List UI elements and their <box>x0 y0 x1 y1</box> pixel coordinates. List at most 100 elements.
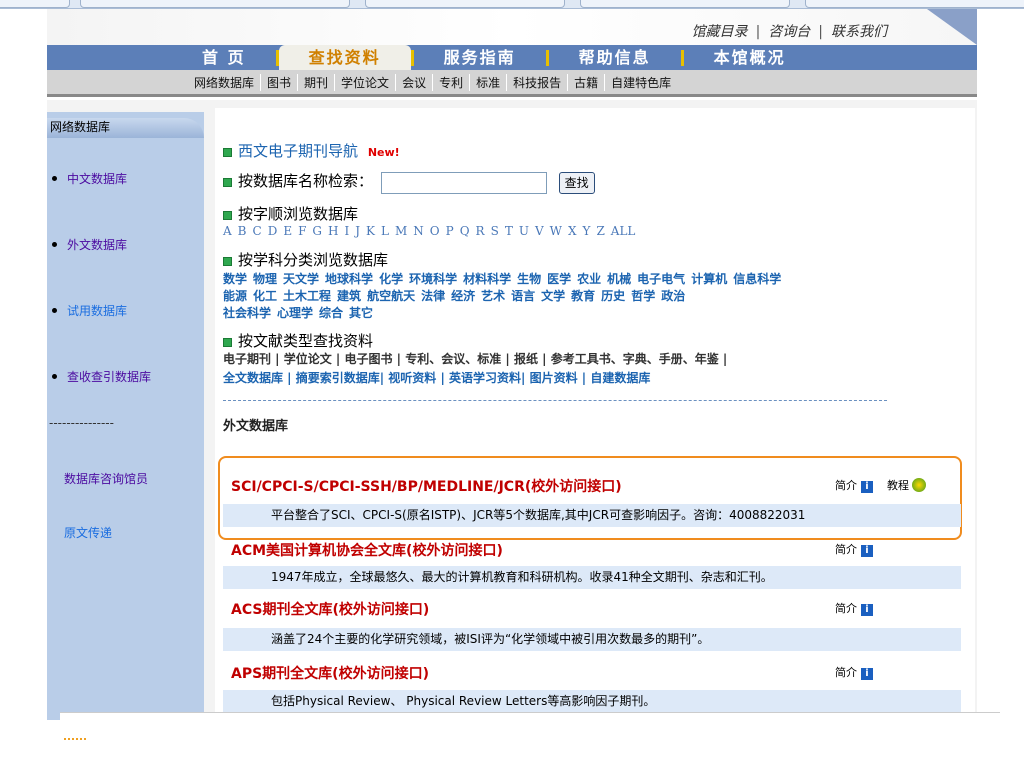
subnav-tech-reports[interactable]: 科技报告 <box>507 73 569 91</box>
subject-link[interactable]: 计算机 <box>691 272 727 286</box>
letter-link[interactable]: ALL <box>611 224 636 238</box>
letter-link[interactable]: Y <box>583 224 591 238</box>
browser-tab[interactable] <box>580 0 790 8</box>
subject-link[interactable]: 地球科学 <box>325 272 373 286</box>
info-icon[interactable]: i <box>861 481 873 493</box>
nav-find-resources[interactable]: 查找资料 <box>278 45 411 70</box>
subject-link[interactable]: 法律 <box>421 289 445 303</box>
subnav-theses[interactable]: 学位论文 <box>335 73 397 91</box>
intro-link[interactable]: 简介 <box>835 479 857 492</box>
info-icon[interactable]: i <box>861 545 873 557</box>
subject-link[interactable]: 社会科学 <box>223 306 271 320</box>
db-name-search-input[interactable] <box>380 171 547 194</box>
info-icon[interactable]: i <box>861 668 873 680</box>
letter-link[interactable]: K <box>366 224 375 238</box>
type-links-row[interactable]: 全文数据库 | 摘要索引数据库| 视听资料 | 英语学习资料| 图片资料 | 自… <box>223 369 650 386</box>
subject-link[interactable]: 物理 <box>253 272 277 286</box>
letter-link[interactable]: N <box>413 224 424 238</box>
subject-link[interactable]: 化工 <box>253 289 277 303</box>
subnav-patents[interactable]: 专利 <box>433 73 471 91</box>
subnav-standards[interactable]: 标准 <box>470 73 508 91</box>
subject-link[interactable]: 信息科学 <box>733 272 781 286</box>
link-reference-desk[interactable]: 咨询台 <box>768 24 810 40</box>
subject-link[interactable]: 航空航天 <box>367 289 415 303</box>
browser-tab[interactable] <box>365 0 565 8</box>
type-links-row[interactable]: 电子期刊 | 学位论文 | 电子图书 | 专利、会议、标准 | 报纸 | 参考工… <box>223 350 727 367</box>
letter-link[interactable]: F <box>298 224 306 238</box>
letter-link[interactable]: R <box>476 224 485 238</box>
nav-home[interactable]: 首 页 <box>172 45 276 70</box>
subnav-special-collections[interactable]: 自建特色库 <box>605 74 677 91</box>
tutorial-link[interactable]: 教程 <box>887 479 909 492</box>
subject-link[interactable]: 环境科学 <box>409 272 457 286</box>
link-catalog[interactable]: 馆藏目录 <box>692 24 748 40</box>
play-icon[interactable] <box>912 478 926 492</box>
subject-link[interactable]: 艺术 <box>481 289 505 303</box>
subject-link[interactable]: 农业 <box>577 272 601 286</box>
db-title-aps[interactable]: APS期刊全文库(校外访问接口) <box>231 663 429 683</box>
letter-link[interactable]: V <box>535 224 544 238</box>
letter-link[interactable]: C <box>253 224 262 238</box>
db-title-acs[interactable]: ACS期刊全文库(校外访问接口) <box>231 599 429 619</box>
letter-link[interactable]: T <box>505 224 513 238</box>
letter-link[interactable]: I <box>344 224 349 238</box>
subject-link[interactable]: 机械 <box>607 272 631 286</box>
subject-link[interactable]: 综合 <box>319 306 343 320</box>
subject-link[interactable]: 其它 <box>349 306 373 320</box>
letter-link[interactable]: D <box>268 224 278 238</box>
letter-link[interactable]: O <box>430 224 440 238</box>
subject-link[interactable]: 医学 <box>547 272 571 286</box>
sidebar-item-foreign-db[interactable]: 外文数据库 <box>47 236 127 253</box>
subject-link[interactable]: 天文学 <box>283 272 319 286</box>
letter-link[interactable]: L <box>381 224 389 238</box>
subject-link[interactable]: 能源 <box>223 289 247 303</box>
subject-link[interactable]: 政治 <box>661 289 685 303</box>
letter-link[interactable]: S <box>491 224 499 238</box>
sidebar-item-trial-db[interactable]: 试用数据库 <box>47 302 127 319</box>
subject-link[interactable]: 心理学 <box>277 306 313 320</box>
db-title-sci[interactable]: SCI/CPCI-S/CPCI-SSH/BP/MEDLINE/JCR(校外访问接… <box>231 476 622 496</box>
subject-link[interactable]: 哲学 <box>631 289 655 303</box>
subnav-ancient-books[interactable]: 古籍 <box>568 73 606 91</box>
subject-link[interactable]: 化学 <box>379 272 403 286</box>
nav-help[interactable]: 帮助信息 <box>549 45 681 70</box>
letter-link[interactable]: E <box>283 224 292 238</box>
link-contact[interactable]: 联系我们 <box>831 24 887 40</box>
subject-link[interactable]: 历史 <box>601 289 625 303</box>
intro-link[interactable]: 简介 <box>835 666 857 679</box>
subnav-databases[interactable]: 网络数据库 <box>188 73 262 91</box>
subject-link[interactable]: 建筑 <box>337 289 361 303</box>
subject-link[interactable]: 经济 <box>451 289 475 303</box>
ejournal-nav-link[interactable]: 西文电子期刊导航 <box>238 142 358 160</box>
letter-link[interactable]: G <box>312 224 322 238</box>
letter-link[interactable]: M <box>395 224 407 238</box>
sidebar-item-chinese-db[interactable]: 中文数据库 <box>47 170 127 187</box>
letter-link[interactable]: A <box>223 224 232 238</box>
sidebar-item-db-librarian[interactable]: 数据库咨询馆员 <box>64 470 148 487</box>
subject-link[interactable]: 数学 <box>223 272 247 286</box>
subject-link[interactable]: 土木工程 <box>283 289 331 303</box>
subject-link[interactable]: 语言 <box>511 289 535 303</box>
nav-service-guide[interactable]: 服务指南 <box>414 45 546 70</box>
letter-link[interactable]: Q <box>460 224 470 238</box>
browser-tab[interactable] <box>80 0 350 8</box>
letter-link[interactable]: X <box>568 224 577 238</box>
subject-link[interactable]: 生物 <box>517 272 541 286</box>
sidebar-item-document-delivery[interactable]: 原文传递 <box>64 524 112 541</box>
search-button[interactable]: 查找 <box>558 171 595 194</box>
letter-link[interactable]: U <box>519 224 529 238</box>
subject-link[interactable]: 电子电气 <box>637 272 685 286</box>
letter-link[interactable]: W <box>550 224 562 238</box>
intro-link[interactable]: 简介 <box>835 602 857 615</box>
nav-about[interactable]: 本馆概况 <box>684 45 816 70</box>
subject-link[interactable]: 文学 <box>541 289 565 303</box>
letter-link[interactable]: H <box>328 224 338 238</box>
sidebar-item-citation-db[interactable]: 查收查引数据库 <box>47 368 151 385</box>
intro-link[interactable]: 简介 <box>835 543 857 556</box>
letter-link[interactable]: J <box>355 224 360 238</box>
browser-tab[interactable] <box>0 0 70 8</box>
subject-link[interactable]: 材料科学 <box>463 272 511 286</box>
subnav-conferences[interactable]: 会议 <box>396 73 434 91</box>
letter-link[interactable]: P <box>446 224 454 238</box>
subnav-journals[interactable]: 期刊 <box>298 73 336 91</box>
